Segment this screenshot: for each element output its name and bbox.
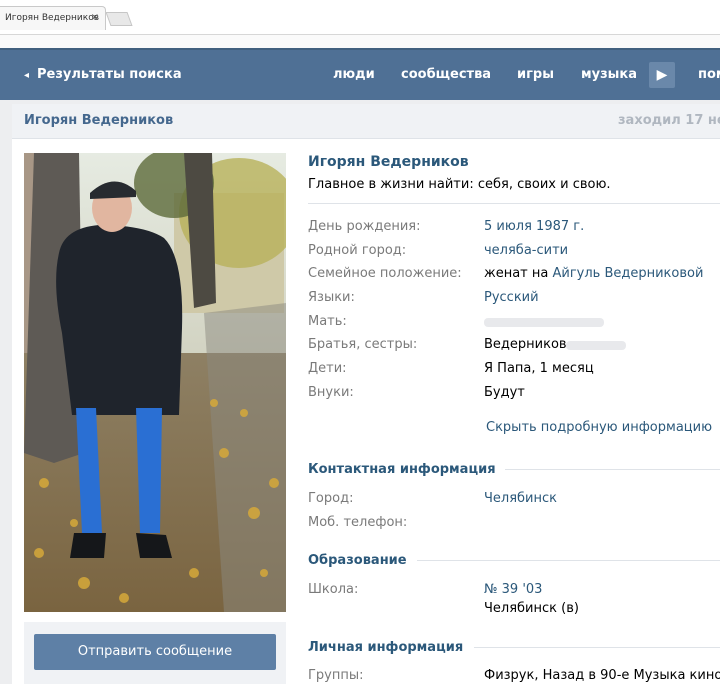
groups-value: Физрук, Назад в 90-е Музыка кино bbox=[484, 668, 720, 683]
site-header: ◂ Результаты поиска люди сообщества игры … bbox=[0, 48, 720, 102]
info-label: Внуки: bbox=[308, 385, 354, 400]
back-arrow-icon: ◂ bbox=[24, 70, 30, 81]
hide-details-link[interactable]: Скрыть подробную информацию bbox=[486, 420, 712, 435]
divider bbox=[308, 203, 720, 204]
nav-people[interactable]: люди bbox=[333, 67, 375, 82]
browser-tab[interactable]: Игорян Ведерников × bbox=[0, 6, 106, 30]
city-link[interactable]: Челябинск bbox=[484, 491, 557, 506]
browser-tab-bar: Игорян Ведерников × bbox=[0, 0, 720, 35]
info-label: Языки: bbox=[308, 290, 355, 305]
section-title-contacts: Контактная информация bbox=[308, 462, 496, 477]
info-label: Мать: bbox=[308, 314, 347, 329]
school-link[interactable]: № 39 '03 bbox=[484, 582, 542, 597]
section-title-education: Образование bbox=[308, 553, 407, 568]
profile-name-header: Игорян Ведерников bbox=[24, 113, 174, 128]
siblings-value: Ведерников bbox=[484, 337, 567, 352]
section-title-personal: Личная информация bbox=[308, 640, 464, 655]
info-label: Братья, сестры: bbox=[308, 337, 418, 352]
send-message-button[interactable]: Отправить сообщение bbox=[34, 634, 276, 670]
hometown-link[interactable]: челяба-сити bbox=[484, 243, 568, 258]
new-tab-button[interactable] bbox=[105, 12, 133, 26]
blurred-text bbox=[566, 341, 626, 350]
info-label: День рождения: bbox=[308, 219, 421, 234]
school-city: Челябинск (в) bbox=[484, 601, 579, 616]
info-label: Дети: bbox=[308, 361, 347, 376]
nav-music[interactable]: музыка bbox=[581, 67, 637, 82]
nav-games[interactable]: игры bbox=[517, 67, 554, 82]
relationship-value: женат на Айгуль Ведерниковой bbox=[484, 266, 703, 281]
grandchildren-value: Будут bbox=[484, 385, 525, 400]
nav-more-button[interactable]: ▶ bbox=[649, 62, 675, 88]
back-to-search-link[interactable]: ◂ Результаты поиска bbox=[24, 67, 182, 82]
children-value: Я Папа, 1 месяц bbox=[484, 361, 594, 376]
close-icon[interactable]: × bbox=[91, 7, 99, 29]
play-icon: ▶ bbox=[656, 67, 668, 83]
nav-help-partial[interactable]: пом bbox=[698, 67, 720, 82]
relationship-prefix: женат на bbox=[484, 266, 553, 281]
browser-toolbar bbox=[0, 35, 720, 48]
info-label: Школа: bbox=[308, 582, 359, 597]
blurred-text bbox=[484, 318, 604, 327]
languages-link[interactable]: Русский bbox=[484, 290, 539, 305]
divider bbox=[417, 560, 720, 561]
nav-communities[interactable]: сообщества bbox=[401, 67, 491, 82]
birthday-link[interactable]: 5 июля 1987 г. bbox=[484, 219, 584, 234]
divider bbox=[474, 647, 720, 648]
info-label: Родной город: bbox=[308, 243, 407, 258]
last-seen: заходил 17 не bbox=[618, 113, 720, 128]
browser-tab-title: Игорян Ведерников bbox=[5, 13, 100, 23]
profile-photo[interactable] bbox=[24, 153, 286, 612]
info-label: Семейное положение: bbox=[308, 266, 462, 281]
profile-name-bar: Игорян Ведерников заходил 17 не bbox=[12, 104, 720, 139]
divider bbox=[505, 469, 720, 470]
back-label: Результаты поиска bbox=[37, 67, 182, 82]
profile-status: Главное в жизни найти: себя, своих и сво… bbox=[308, 177, 611, 192]
profile-name: Игорян Ведерников bbox=[308, 154, 469, 170]
info-label: Группы: bbox=[308, 668, 364, 683]
info-label: Моб. телефон: bbox=[308, 515, 408, 530]
spouse-link[interactable]: Айгуль Ведерниковой bbox=[552, 266, 703, 281]
info-label: Город: bbox=[308, 491, 354, 506]
